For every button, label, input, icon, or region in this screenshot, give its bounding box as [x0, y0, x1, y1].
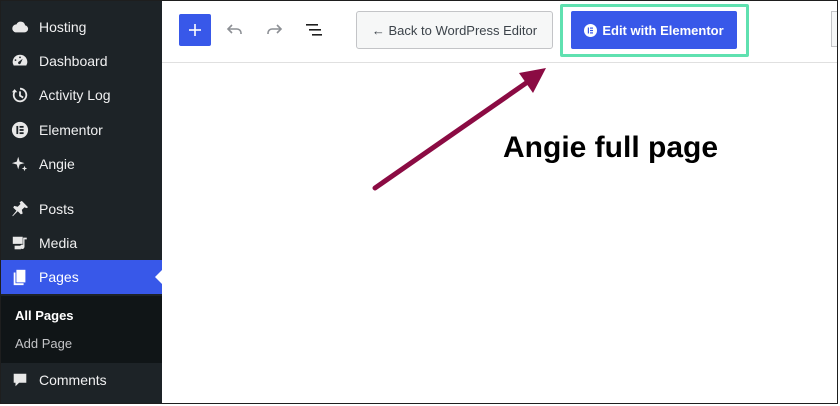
sidebar-item-elementor[interactable]: Elementor — [1, 113, 162, 147]
pushpin-icon — [10, 199, 30, 219]
list-view-icon — [306, 24, 322, 36]
dashboard-gauge-icon — [10, 51, 30, 71]
sidebar-item-hosting[interactable]: Hosting — [1, 10, 162, 44]
sidebar-item-comments[interactable]: Comments — [1, 363, 162, 397]
media-icon — [10, 233, 30, 253]
submenu-item-all-pages[interactable]: All Pages — [15, 308, 74, 323]
sidebar-item-label: Elementor — [39, 122, 103, 138]
sidebar-item-dashboard[interactable]: Dashboard — [1, 44, 162, 78]
elementor-logo-icon — [584, 23, 598, 37]
sidebar-item-pages[interactable]: Pages — [1, 260, 163, 294]
annotation-text: Angie full page — [503, 131, 719, 164]
undo-button[interactable] — [224, 19, 246, 41]
partial-toolbar-control[interactable] — [831, 11, 837, 47]
sidebar-item-angie[interactable]: Angie — [1, 147, 162, 181]
edit-with-elementor-button[interactable]: Edit with Elementor — [571, 11, 737, 49]
pages-submenu: All Pages Add Page — [1, 296, 162, 363]
comment-bubble-icon — [10, 370, 30, 390]
sidebar-item-media[interactable]: Media — [1, 226, 162, 260]
document-overview-button[interactable] — [303, 19, 325, 41]
sidebar-item-activity-log[interactable]: Activity Log — [1, 78, 162, 112]
sidebar-item-label: Media — [39, 235, 78, 251]
sidebar-item-label: Dashboard — [39, 53, 108, 69]
sidebar-item-label: Activity Log — [39, 87, 111, 103]
sparkle-icon — [10, 154, 30, 174]
edit-with-elementor-label: Edit with Elementor — [602, 22, 724, 38]
redo-button[interactable] — [263, 19, 285, 41]
sidebar-item-label: Pages — [39, 269, 79, 285]
add-block-button[interactable] — [179, 14, 211, 46]
sidebar-item-label: Posts — [39, 201, 75, 217]
submenu-item-add-page[interactable]: Add Page — [15, 336, 72, 351]
sidebar-item-label: Angie — [39, 156, 75, 172]
sidebar-item-posts[interactable]: Posts — [1, 192, 162, 226]
elementor-logo-icon — [10, 120, 30, 140]
editor-window: Hosting Dashboard Activity Log Elementor — [0, 0, 838, 404]
sidebar-item-label: Comments — [39, 372, 107, 388]
pages-icon — [10, 267, 30, 287]
editor-toolbar: ← Back to WordPress Editor Edit with Ele… — [162, 1, 837, 63]
redo-icon — [267, 24, 283, 34]
admin-sidebar: Hosting Dashboard Activity Log Elementor — [1, 1, 163, 403]
history-icon — [10, 85, 30, 105]
cloud-icon — [10, 17, 30, 37]
undo-icon — [226, 24, 242, 34]
sidebar-item-label: Hosting — [39, 19, 87, 35]
plus-icon — [189, 24, 201, 36]
back-to-wordpress-editor-button[interactable]: ← Back to WordPress Editor — [356, 11, 553, 49]
